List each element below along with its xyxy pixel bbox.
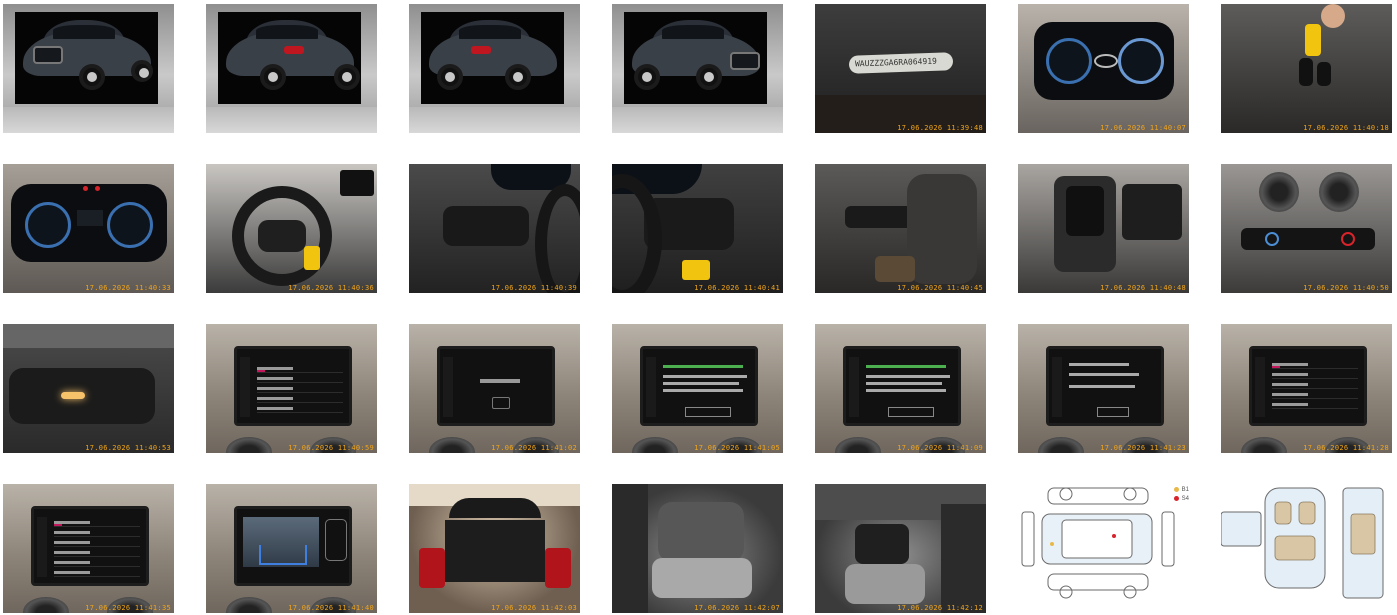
photo-timestamp: 17.06.2026 11:42:12 <box>897 604 983 612</box>
damage-diagram-interior[interactable] <box>1221 484 1392 613</box>
photo-timestamp: 17.06.2026 11:40:33 <box>85 284 171 292</box>
photo-timestamp: 17.06.2026 11:40:53 <box>85 444 171 452</box>
photo-infotainment-pairing-2[interactable]: 17.06.2026 11:41:09 <box>815 324 986 453</box>
legend-dot <box>1173 486 1179 492</box>
photo-front-right[interactable] <box>612 4 783 133</box>
photo-timestamp: 17.06.2026 11:40:39 <box>491 284 577 292</box>
photo-timestamp: 17.06.2026 11:41:23 <box>1100 444 1186 452</box>
photo-rear-seat[interactable]: 17.06.2026 11:42:07 <box>612 484 783 613</box>
photo-instrument-cluster-on[interactable]: 17.06.2026 11:40:33 <box>3 164 174 293</box>
diagram-legend: B1 S4 <box>1173 486 1189 504</box>
photo-infotainment-radio[interactable]: 17.06.2026 11:40:59 <box>206 324 377 453</box>
photo-car-key[interactable]: 17.06.2026 11:40:18 <box>1221 4 1392 133</box>
photo-timestamp: 17.06.2026 11:41:05 <box>694 444 780 452</box>
photo-infotainment-settings[interactable]: 17.06.2026 11:41:23 <box>1018 324 1189 453</box>
photo-timestamp: 17.06.2026 11:42:07 <box>694 604 780 612</box>
photo-rear-mirror[interactable]: 17.06.2026 11:40:53 <box>3 324 174 453</box>
photo-timestamp: 17.06.2026 11:40:50 <box>1303 284 1389 292</box>
photo-rear-right[interactable] <box>409 4 580 133</box>
photo-gallery: WAUZZZGA6RA064919 17.06.2026 11:39:48 17… <box>3 4 1392 613</box>
photo-front-left[interactable] <box>3 4 174 133</box>
damage-diagram-exterior[interactable]: B1 S4 <box>1018 484 1189 613</box>
photo-rear-left[interactable] <box>206 4 377 133</box>
photo-instrument-cluster[interactable]: 17.06.2026 11:40:07 <box>1018 4 1189 133</box>
photo-trunk[interactable]: 17.06.2026 11:42:03 <box>409 484 580 613</box>
photo-infotainment-pairing[interactable]: 17.06.2026 11:41:05 <box>612 324 783 453</box>
photo-timestamp: 17.06.2026 11:40:18 <box>1303 124 1389 132</box>
photo-steering-buttons-right[interactable]: 17.06.2026 11:40:41 <box>612 164 783 293</box>
photo-light-switch[interactable]: 17.06.2026 11:40:45 <box>815 164 986 293</box>
photo-timestamp: 17.06.2026 11:40:41 <box>694 284 780 292</box>
photo-climate-panel[interactable]: 17.06.2026 11:40:50 <box>1221 164 1392 293</box>
photo-steering-buttons-left[interactable]: 17.06.2026 11:40:39 <box>409 164 580 293</box>
photo-steering-wheel[interactable]: 17.06.2026 11:40:36 <box>206 164 377 293</box>
photo-timestamp: 17.06.2026 11:42:03 <box>491 604 577 612</box>
interior-layout-diagram <box>1221 487 1384 599</box>
photo-infotainment-driver-assist[interactable]: 17.06.2026 11:41:35 <box>3 484 174 613</box>
legend-dot <box>1173 495 1179 501</box>
photo-timestamp: 17.06.2026 11:41:28 <box>1303 444 1389 452</box>
photo-timestamp: 17.06.2026 11:41:35 <box>85 604 171 612</box>
photo-timestamp: 17.06.2026 11:40:36 <box>288 284 374 292</box>
photo-reverse-camera[interactable]: 17.06.2026 11:41:40 <box>206 484 377 613</box>
photo-infotainment-assist[interactable]: 17.06.2026 11:41:28 <box>1221 324 1392 453</box>
photo-timestamp: 17.06.2026 11:40:07 <box>1100 124 1186 132</box>
photo-infotainment-bluetooth[interactable]: 17.06.2026 11:41:02 <box>409 324 580 453</box>
photo-vin-plate[interactable]: WAUZZZGA6RA064919 17.06.2026 11:39:48 <box>815 4 986 133</box>
photo-timestamp: 17.06.2026 11:41:02 <box>491 444 577 452</box>
photo-timestamp: 17.06.2026 11:40:48 <box>1100 284 1186 292</box>
photo-timestamp: 17.06.2026 11:39:48 <box>897 124 983 132</box>
photo-timestamp: 17.06.2026 11:41:09 <box>897 444 983 452</box>
photo-timestamp: 17.06.2026 11:41:40 <box>288 604 374 612</box>
photo-gear-selector[interactable]: 17.06.2026 11:40:48 <box>1018 164 1189 293</box>
car-outline-diagram <box>1021 487 1175 599</box>
photo-timestamp: 17.06.2026 11:40:45 <box>897 284 983 292</box>
photo-front-seat[interactable]: 17.06.2026 11:42:12 <box>815 484 986 613</box>
photo-timestamp: 17.06.2026 11:40:59 <box>288 444 374 452</box>
